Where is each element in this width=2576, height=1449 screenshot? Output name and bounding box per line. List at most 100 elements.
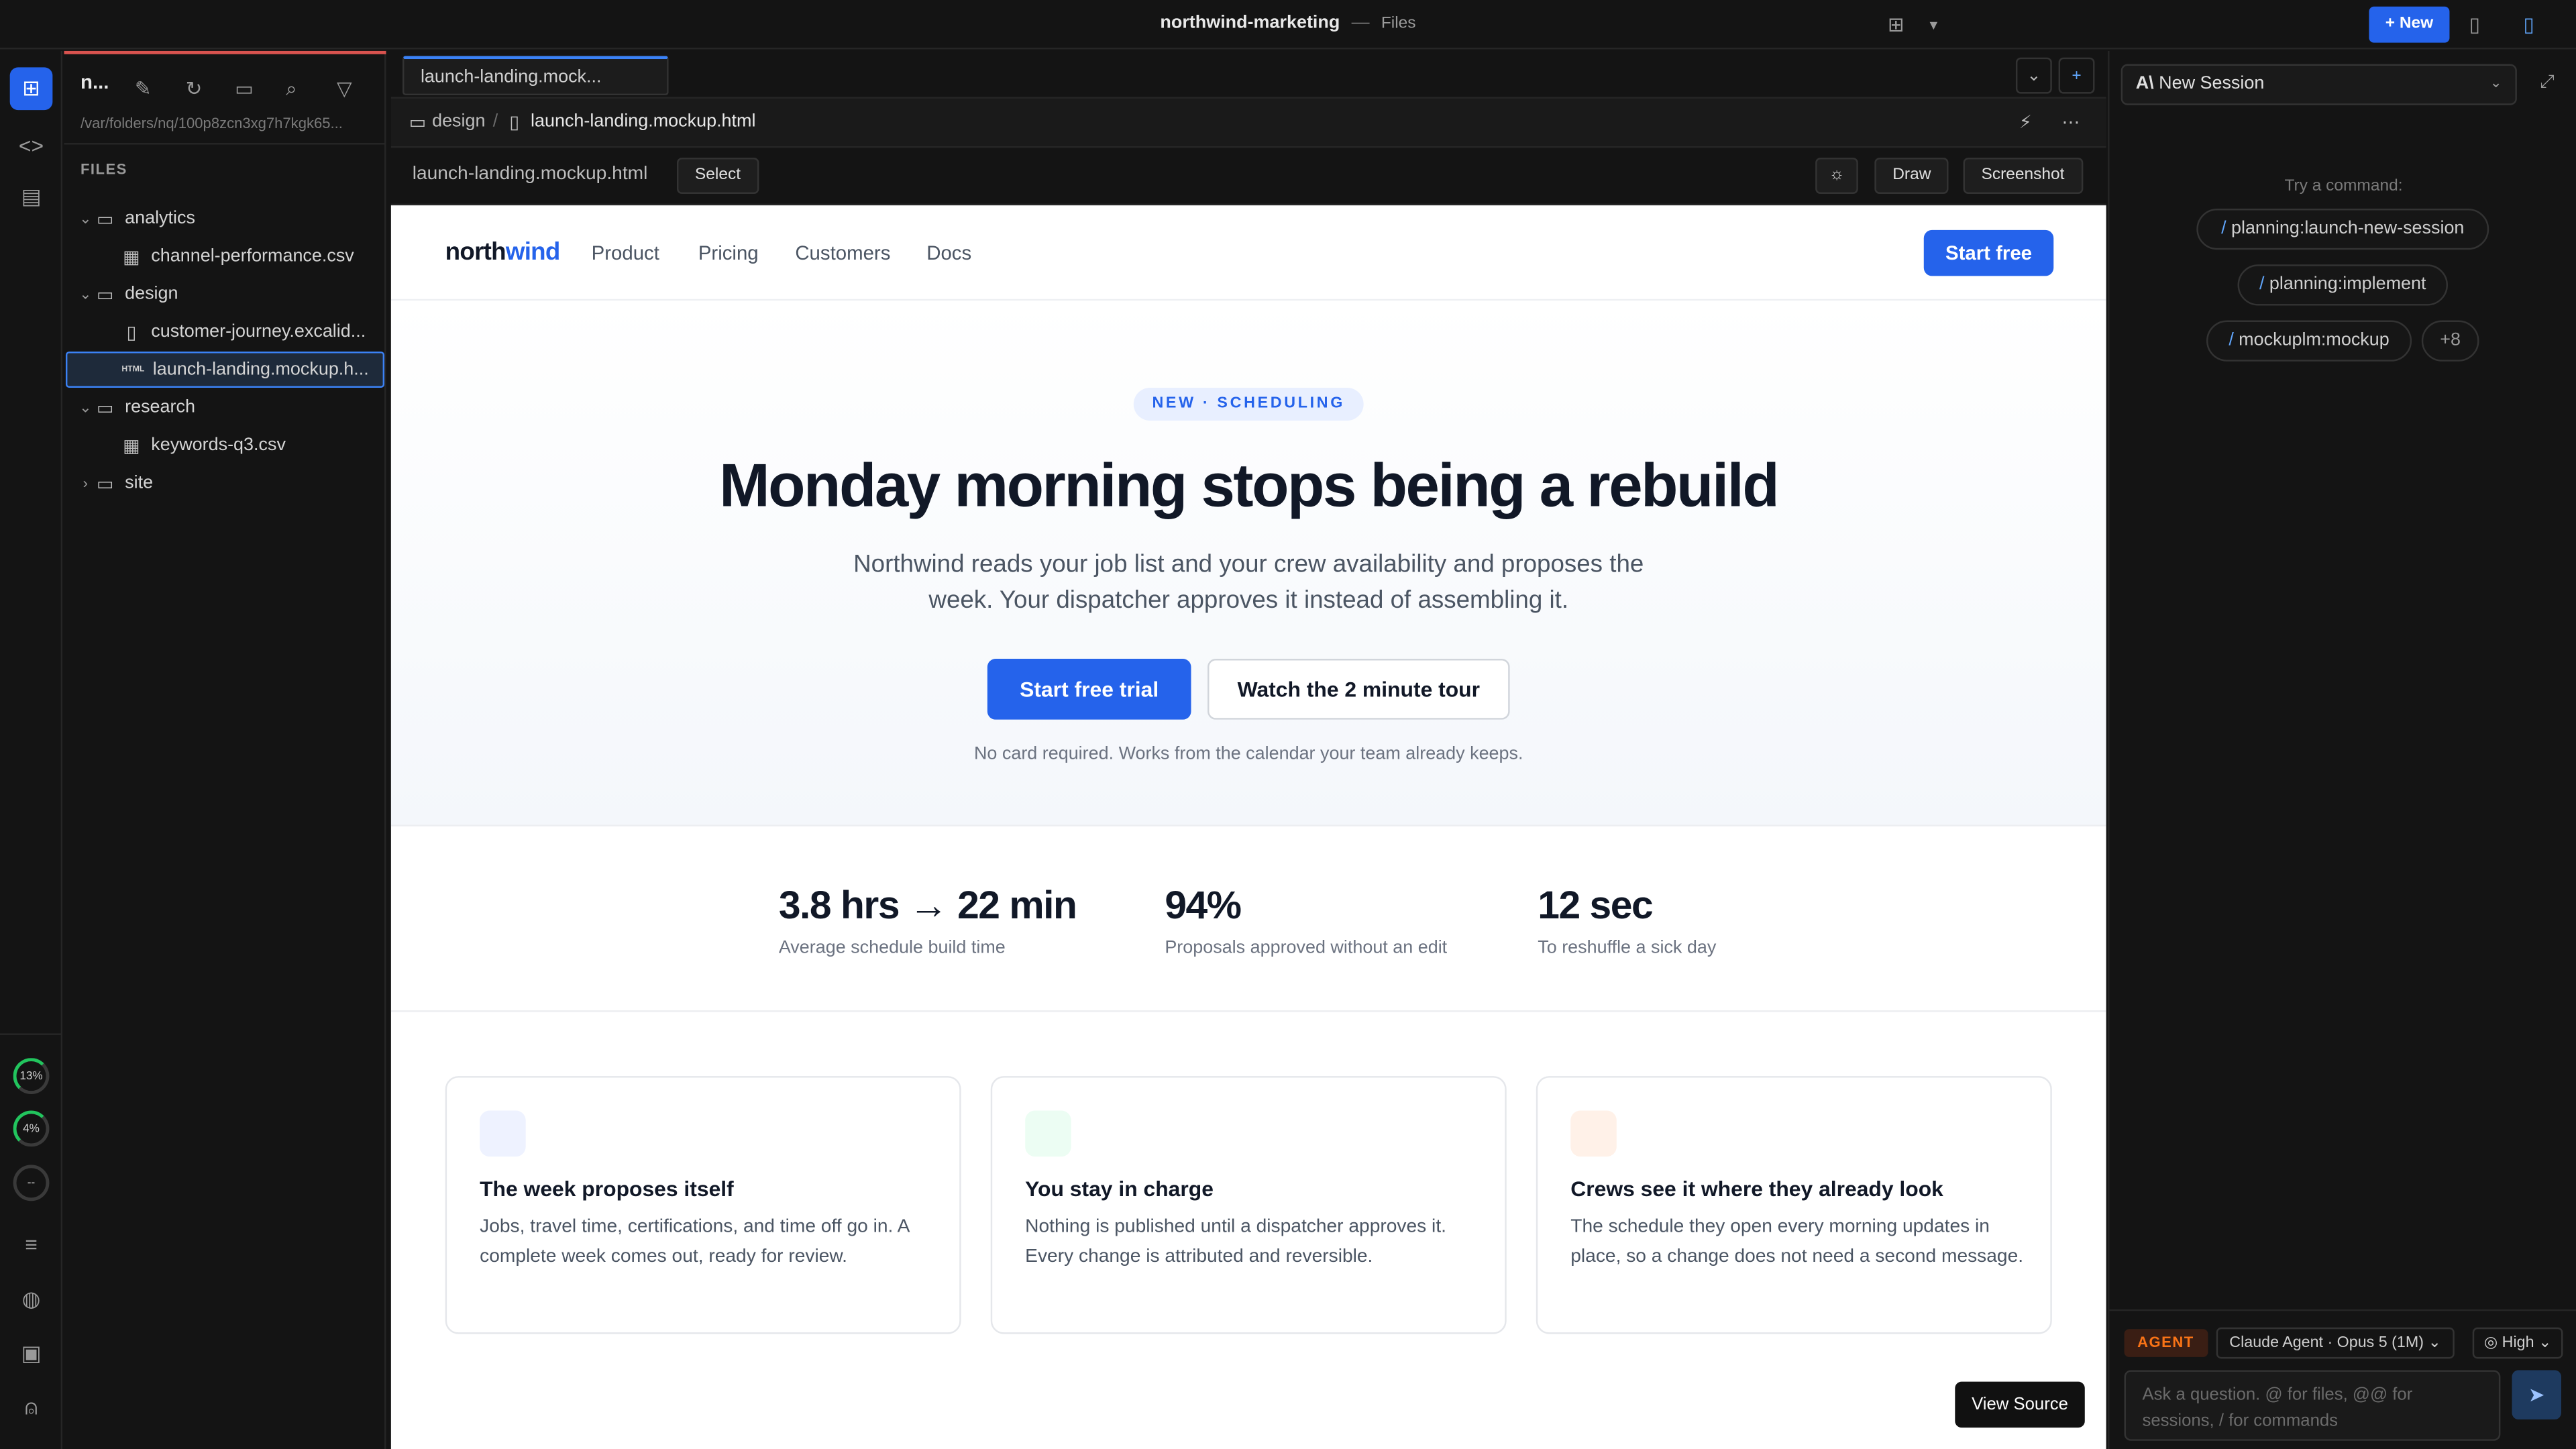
clipboard-icon[interactable]: ▤ xyxy=(10,176,53,219)
tree-folder-research[interactable]: ⌄ ▭ research xyxy=(64,389,386,425)
layout-tree-icon[interactable]: ⊞ xyxy=(1888,13,1904,36)
effort-selector[interactable]: ◎ High ⌄ xyxy=(2472,1327,2563,1359)
refresh-icon[interactable]: ↻ xyxy=(186,77,203,100)
editor-tab[interactable]: launch-landing.mock... xyxy=(402,56,669,96)
palette-icon[interactable]: ◍ xyxy=(10,1278,53,1321)
feature-card-title: You stay in charge xyxy=(1025,1176,1214,1201)
nav-pricing[interactable]: Pricing xyxy=(698,241,759,264)
slash-icon: / xyxy=(2259,274,2265,294)
start-free-button[interactable]: Start free xyxy=(1923,229,2054,276)
table-icon: ▦ xyxy=(123,436,140,456)
more-commands-chip[interactable]: +8 xyxy=(2421,320,2479,362)
feature-card-desc: Jobs, travel time, certifications, and t… xyxy=(480,1217,909,1267)
toggle-right-panel-icon[interactable]: ▯ xyxy=(2524,13,2534,36)
task-list-icon[interactable]: ≡ xyxy=(10,1222,53,1265)
panel-accent-bar xyxy=(64,50,386,54)
stat-build-time: 3.8 hrs → 22 min Average schedule build … xyxy=(779,884,1077,958)
files-view-icon[interactable]: ⊞ xyxy=(9,67,53,111)
new-button[interactable]: + New xyxy=(2369,6,2450,43)
hero-section: NEW · SCHEDULING Monday morning stops be… xyxy=(390,301,2106,826)
tree-item-label: research xyxy=(125,397,195,418)
edit-icon[interactable]: ✎ xyxy=(135,77,152,100)
tree-folder-analytics[interactable]: ⌄ ▭ analytics xyxy=(64,201,386,237)
search-icon[interactable]: ⌕ xyxy=(286,77,297,102)
feedback-icon[interactable]: ▣ xyxy=(10,1332,53,1375)
file-icon: ▯ xyxy=(126,323,137,343)
toggle-left-panel-icon[interactable]: ▯ xyxy=(2469,13,2480,36)
agent-badge: AGENT xyxy=(2124,1329,2208,1357)
folder-icon: ▭ xyxy=(96,474,114,494)
new-folder-icon[interactable]: ▭ xyxy=(235,77,254,100)
more-icon[interactable]: ⋯ xyxy=(2061,112,2080,133)
tree-item-label: customer-journey.excalid... xyxy=(151,322,366,342)
split-icon[interactable]: ⚡ xyxy=(2019,112,2032,133)
feature-card: You stay in charge Nothing is published … xyxy=(990,1076,1507,1334)
folder-icon: ▭ xyxy=(409,113,427,133)
model-selector[interactable]: Claude Agent · Opus 5 (1M) ⌄ xyxy=(2216,1327,2455,1359)
expand-icon[interactable]: ⤢ xyxy=(2540,72,2555,94)
start-free-trial-button[interactable]: Start free trial xyxy=(987,659,1191,720)
send-icon[interactable]: ➤ xyxy=(2512,1370,2561,1419)
file-explorer: n... ✎ ↻ ▭ ⌕ ▽ /var/folders/nq/100p8zcn3… xyxy=(64,50,386,1449)
tree-item-label: site xyxy=(125,473,154,493)
announcement-badge: NEW · SCHEDULING xyxy=(1133,387,1364,421)
feature-card-icon xyxy=(1025,1110,1071,1157)
workspace-path: /var/folders/nq/100p8zcn3xg7h7kgk65... xyxy=(80,115,343,131)
stat-reshuffle: 12 sec To reshuffle a sick day xyxy=(1538,884,1716,958)
chevron-down-icon: ⌄ xyxy=(2424,1334,2441,1352)
watch-tour-button[interactable]: Watch the 2 minute tour xyxy=(1208,659,1510,720)
agent-panel: A\ New Session ⌄ ⤢ Try a command: / plann… xyxy=(2108,50,2576,1449)
command-chip[interactable]: / planning:launch-new-session xyxy=(2196,209,2489,250)
stat-label: Average schedule build time xyxy=(778,938,1006,958)
section-divider xyxy=(390,1010,2106,1012)
chevron-down-icon: ⌄ xyxy=(2534,1334,2552,1352)
tree-file-keywords-q3[interactable]: ▦ keywords-q3.csv xyxy=(64,427,386,464)
tree-folder-site[interactable]: › ▭ site xyxy=(64,465,386,501)
add-tab-icon[interactable]: + xyxy=(2058,57,2095,94)
theme-toggle-icon[interactable]: ☼ xyxy=(1815,158,1858,194)
select-button[interactable]: Select xyxy=(676,158,759,194)
agent-prompt-input[interactable]: Ask a question. @ for files, @@ for sess… xyxy=(2124,1370,2501,1441)
tree-file-launch-landing[interactable]: HTML launch-landing.mockup.h... xyxy=(65,352,385,388)
panel-divider xyxy=(64,143,386,145)
chevron-down-icon[interactable]: ▼ xyxy=(1927,18,1940,33)
feature-card-desc: The schedule they open every morning upd… xyxy=(1570,1217,2024,1267)
stat-value: 94% xyxy=(1165,883,1242,928)
tree-item-label: analytics xyxy=(125,209,195,229)
command-chip[interactable]: / planning:implement xyxy=(2237,264,2449,306)
window-title: northwind-marketing — Files xyxy=(0,13,2576,33)
command-label: mockuplm:mockup xyxy=(2239,330,2390,350)
title-bar: northwind-marketing — Files ⊞ ▼ + New ▯ … xyxy=(0,0,2576,50)
tree-folder-design[interactable]: ⌄ ▭ design xyxy=(64,276,386,312)
logo-main: north xyxy=(445,238,506,266)
command-chip[interactable]: / mockuplm:mockup xyxy=(2206,320,2412,362)
tree-file-channel-performance[interactable]: ▦ channel-performance.csv xyxy=(64,238,386,274)
project-name: northwind-marketing xyxy=(1160,13,1340,33)
html-file-icon: HTML xyxy=(121,364,145,375)
filter-icon[interactable]: ▽ xyxy=(337,77,352,100)
breadcrumb-file[interactable]: launch-landing.mockup.html xyxy=(531,112,755,131)
nav-customers[interactable]: Customers xyxy=(795,241,890,264)
code-icon[interactable]: <> xyxy=(10,123,53,166)
tree-item-label: channel-performance.csv xyxy=(151,246,354,266)
tree-file-customer-journey[interactable]: ▯ customer-journey.excalid... xyxy=(64,314,386,350)
stat-label: Proposals approved without an edit xyxy=(1165,938,1448,958)
chevron-down-icon: ⌄ xyxy=(79,284,92,302)
title-separator: — xyxy=(1351,13,1370,33)
project-short-name: n... xyxy=(80,70,109,94)
draw-button[interactable]: Draw xyxy=(1874,158,1949,194)
stat-value: 12 sec xyxy=(1538,883,1653,928)
new-button-label: New xyxy=(2399,15,2434,33)
preview-toolbar: launch-landing.mockup.html Select ☼ Draw… xyxy=(390,148,2106,206)
user-icon[interactable]: ⍝ xyxy=(10,1387,53,1430)
nav-docs[interactable]: Docs xyxy=(926,241,971,264)
folder-icon: ▭ xyxy=(96,284,114,305)
northwind-logo[interactable]: northwind xyxy=(445,238,561,266)
tab-list-chevron-icon[interactable]: ⌄ xyxy=(2015,57,2052,94)
breadcrumb-folder[interactable]: design xyxy=(432,112,485,131)
effort-label: High xyxy=(2502,1334,2534,1352)
session-selector[interactable]: A\ New Session ⌄ xyxy=(2121,64,2517,105)
screenshot-button[interactable]: Screenshot xyxy=(1963,158,2083,194)
view-source-button[interactable]: View Source xyxy=(1955,1381,2085,1428)
nav-product[interactable]: Product xyxy=(592,241,659,264)
